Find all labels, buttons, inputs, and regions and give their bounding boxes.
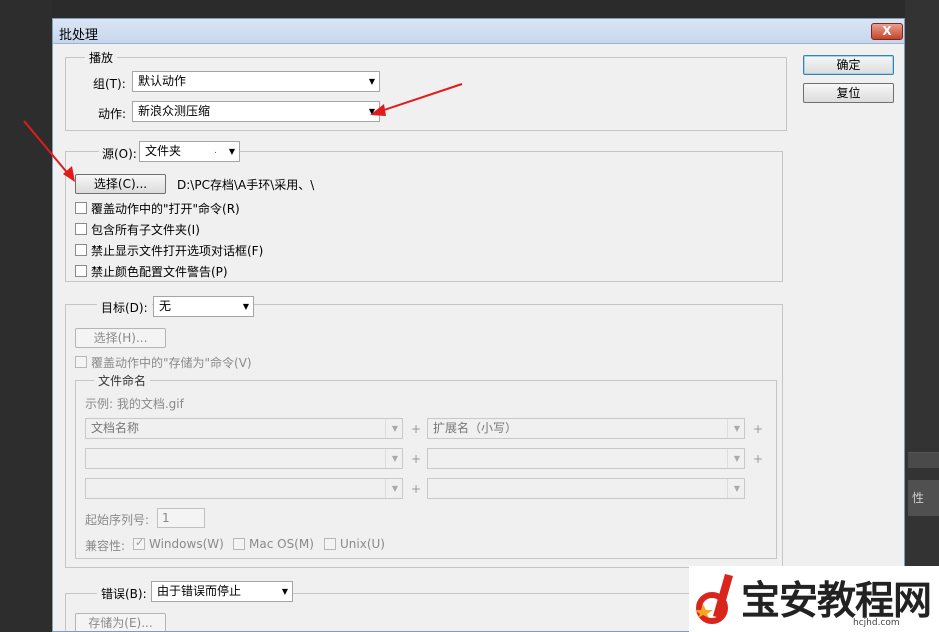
compat-mac-label: Mac OS(M) <box>249 537 314 551</box>
chevron-down-icon: ▼ <box>368 77 375 86</box>
compat-unix-checkbox[interactable] <box>324 538 336 550</box>
watermark-brand: 宝安教程网 <box>741 578 932 624</box>
compat-windows-label: Windows(W) <box>149 537 224 551</box>
naming-field-5[interactable]: ▼ <box>85 478 403 499</box>
stray-mark: . <box>214 146 217 156</box>
ok-button[interactable]: 确定 <box>803 55 894 75</box>
errors-select-value: 由于错误而停止 <box>157 584 242 598</box>
batch-dialog: 批处理 X 确定 复位 播放 组(T): 默认动作 ▼ 动作: 新浪众测压缩 ▼… <box>52 18 905 632</box>
compat-unix-label: Unix(U) <box>340 537 385 551</box>
background-panel-item: 性 <box>908 480 939 516</box>
naming-field-2[interactable]: 扩展名（小写） ▼ <box>427 418 745 439</box>
file-naming-label: 文件命名 <box>94 372 151 389</box>
watermark: 宝安教程网 hcjhd.com <box>689 566 939 632</box>
compat-windows-checkbox[interactable] <box>133 536 145 550</box>
chevron-down-icon: ▼ <box>281 587 288 596</box>
background-panel-strip <box>908 452 939 468</box>
plus-icon: + <box>411 422 422 436</box>
source-select[interactable]: 文件夹 . ▼ <box>139 141 240 162</box>
background-right-panel: 性 <box>905 0 939 632</box>
chevron-down-icon: ▼ <box>733 484 740 493</box>
override-save-label: 覆盖动作中的"存储为"命令(V) <box>91 356 252 370</box>
naming-field-1[interactable]: 文档名称 ▼ <box>85 418 403 439</box>
chevron-down-icon: ▼ <box>391 424 398 433</box>
naming-field-1-value: 文档名称 <box>91 421 140 435</box>
chevron-down-icon: ▼ <box>368 107 375 116</box>
compat-label: 兼容性: <box>85 539 126 553</box>
include-subfolders-checkbox[interactable] <box>75 223 87 235</box>
errors-label: 错误(B): <box>97 585 151 602</box>
naming-example: 示例: 我的文档.gif <box>85 397 184 411</box>
naming-field-2-value: 扩展名（小写） <box>433 421 518 435</box>
close-button[interactable]: X <box>871 23 903 40</box>
dialog-title: 批处理 <box>59 28 99 43</box>
source-label: 源(O): <box>99 145 140 162</box>
naming-field-3[interactable]: ▼ <box>85 448 403 469</box>
save-errors-as-button[interactable]: 存储为(E)... <box>75 613 166 631</box>
source-path: D:\PC存档\A手环\采用、\ <box>177 178 315 192</box>
destination-label: 目标(D): <box>97 299 152 316</box>
chevron-down-icon: ▼ <box>733 424 740 433</box>
override-open-label: 覆盖动作中的"打开"命令(R) <box>91 202 240 216</box>
background-left <box>0 0 52 632</box>
watermark-site: hcjhd.com <box>853 618 900 628</box>
title-bar[interactable]: 批处理 X <box>53 19 904 44</box>
naming-field-4[interactable]: ▼ <box>427 448 745 469</box>
suppress-color-warnings-checkbox[interactable] <box>75 265 87 277</box>
destination-select-value: 无 <box>159 299 172 313</box>
plus-icon: + <box>753 422 764 436</box>
chevron-down-icon: ▼ <box>242 302 249 311</box>
plus-icon: + <box>411 482 422 496</box>
override-save-checkbox[interactable] <box>75 356 87 368</box>
include-subfolders-label: 包含所有子文件夹(I) <box>91 223 200 237</box>
plus-icon: + <box>753 452 764 466</box>
action-select-value: 新浪众测压缩 <box>138 104 211 118</box>
override-open-checkbox[interactable] <box>75 202 87 214</box>
action-select[interactable]: 新浪众测压缩 ▼ <box>132 101 380 122</box>
source-choose-button[interactable]: 选择(C)... <box>75 174 166 194</box>
set-select-value: 默认动作 <box>138 74 187 88</box>
serial-input[interactable]: 1 <box>157 508 205 528</box>
naming-field-6[interactable]: ▼ <box>427 478 745 499</box>
source-select-value: 文件夹 <box>145 144 182 158</box>
destination-select[interactable]: 无 ▼ <box>153 296 254 317</box>
chevron-down-icon: ▼ <box>733 454 740 463</box>
compat-mac-checkbox[interactable] <box>233 538 245 550</box>
chevron-down-icon: ▼ <box>391 454 398 463</box>
reset-button[interactable]: 复位 <box>803 83 894 103</box>
set-select[interactable]: 默认动作 ▼ <box>132 71 380 92</box>
errors-select[interactable]: 由于错误而停止 ▼ <box>151 581 293 602</box>
suppress-open-dialogs-checkbox[interactable] <box>75 244 87 256</box>
suppress-open-dialogs-label: 禁止显示文件打开选项对话框(F) <box>91 244 264 258</box>
watermark-logo-icon <box>695 574 733 624</box>
suppress-color-warnings-label: 禁止颜色配置文件警告(P) <box>91 265 228 279</box>
set-label: 组(T): <box>93 77 126 91</box>
serial-label: 起始序列号: <box>85 513 150 527</box>
destination-choose-button[interactable]: 选择(H)... <box>75 328 166 348</box>
play-group-label: 播放 <box>85 49 118 66</box>
action-label: 动作: <box>98 107 127 121</box>
plus-icon: + <box>411 452 422 466</box>
chevron-down-icon: ▼ <box>228 147 235 156</box>
chevron-down-icon: ▼ <box>391 484 398 493</box>
